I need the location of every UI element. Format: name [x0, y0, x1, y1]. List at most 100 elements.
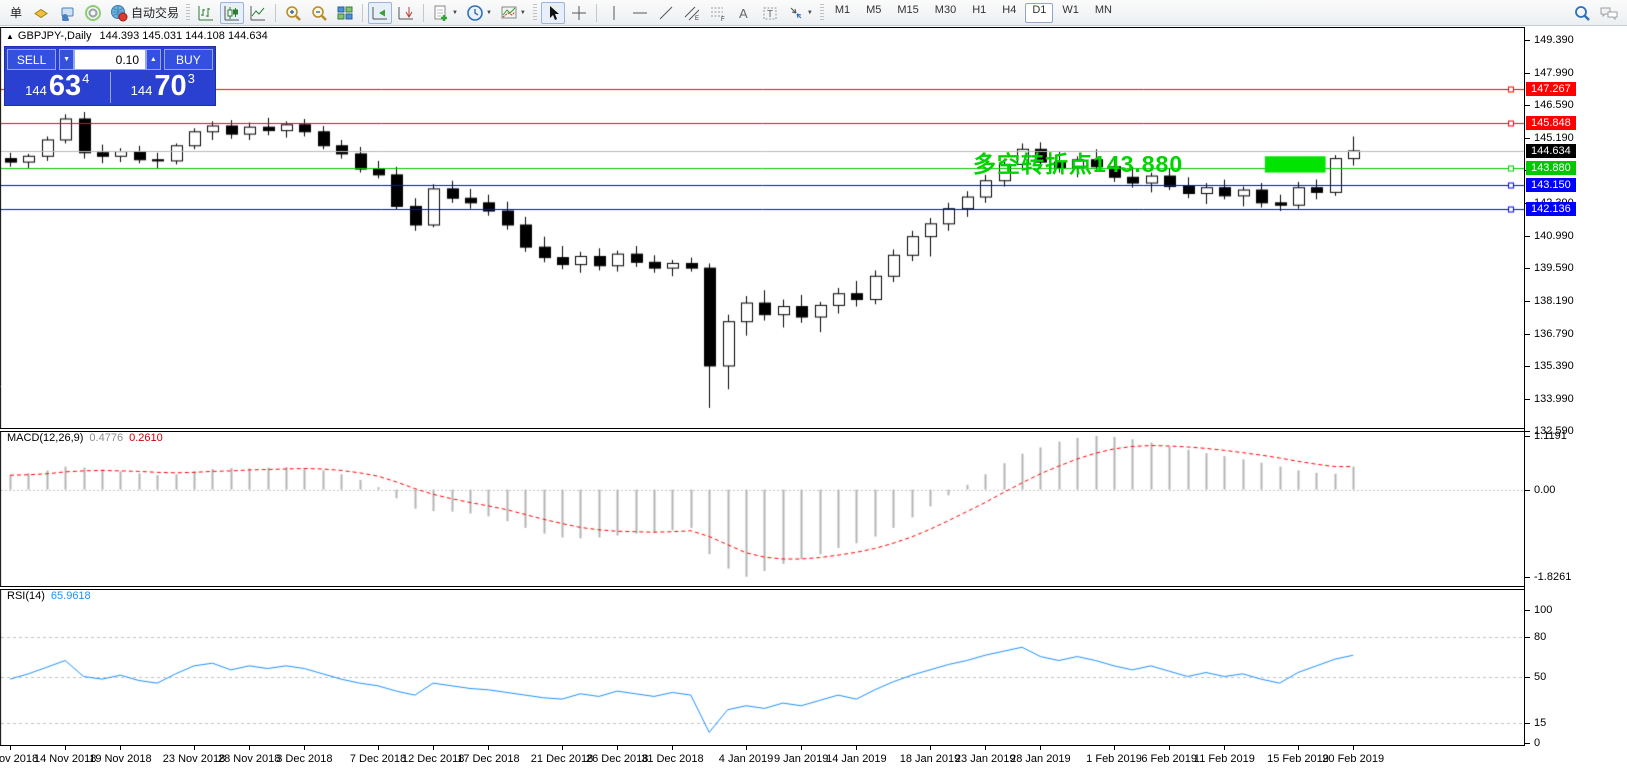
- date-tick-label: 14 Nov 2018: [34, 753, 96, 765]
- indicators-button[interactable]: ▼: [429, 2, 461, 24]
- macd-axis-label: 0.00: [1534, 484, 1555, 496]
- chart-surface[interactable]: [0, 0, 1524, 746]
- tile-windows-button[interactable]: [333, 2, 357, 24]
- timeframe-button-mn[interactable]: MN: [1088, 3, 1119, 23]
- svg-text:A: A: [739, 6, 748, 21]
- volume-input[interactable]: [74, 49, 146, 70]
- sell-button[interactable]: SELL: [7, 49, 56, 70]
- fibonacci-icon: F: [709, 4, 727, 22]
- toolbar-separator: [362, 4, 363, 22]
- zoom-in-button[interactable]: [281, 2, 305, 24]
- timeframe-button-h4[interactable]: H4: [995, 3, 1023, 23]
- sell-price-sup: 4: [82, 72, 89, 85]
- collapse-triangle-icon[interactable]: ▲: [6, 32, 14, 41]
- timeframe-button-m30[interactable]: M30: [928, 3, 963, 23]
- timeframe-button-m15[interactable]: M15: [890, 3, 925, 23]
- date-tick-label: 6 Feb 2019: [1141, 753, 1197, 765]
- date-tick-label: 21 Dec 2018: [531, 753, 593, 765]
- bar-chart-icon: [197, 4, 215, 22]
- zoom-in-icon: [284, 4, 302, 22]
- date-tick-mark: [985, 746, 986, 750]
- equidistant-channel-button[interactable]: E: [680, 2, 704, 24]
- vertical-line-button[interactable]: [602, 2, 626, 24]
- price-badge: 144.634: [1526, 144, 1576, 158]
- chat-button[interactable]: [1596, 2, 1622, 24]
- date-tick-label: 20 Feb 2019: [1322, 753, 1384, 765]
- chart-shift-button[interactable]: [394, 2, 418, 24]
- date-tick-label: 12 Dec 2018: [402, 753, 464, 765]
- date-axis[interactable]: 9 Nov 201814 Nov 201819 Nov 201823 Nov 2…: [0, 746, 1627, 771]
- candlestick-chart-icon: [223, 4, 241, 22]
- candlestick-chart-button[interactable]: [220, 2, 244, 24]
- date-tick-label: 23 Jan 2019: [955, 753, 1016, 765]
- sell-price[interactable]: 144634: [7, 72, 108, 103]
- timeframe-bar: M1M5M15M30H1H4D1W1MN: [827, 3, 1120, 23]
- auto-scroll-button[interactable]: [368, 2, 392, 24]
- autotrading-label: 自动交易: [131, 4, 179, 21]
- date-tick-mark: [856, 746, 857, 750]
- text-label-icon: T: [761, 4, 779, 22]
- line-chart-button[interactable]: [246, 2, 270, 24]
- periods-button[interactable]: ▼: [463, 2, 495, 24]
- date-tick-mark: [1224, 746, 1225, 750]
- new-order-button[interactable]: 单: [5, 2, 27, 24]
- buy-price[interactable]: 144703: [113, 72, 214, 103]
- timeframe-button-h1[interactable]: H1: [965, 3, 993, 23]
- toolbar-separator: [275, 4, 276, 22]
- date-tick-mark: [249, 746, 250, 750]
- text-icon: A: [735, 4, 753, 22]
- zoom-out-button[interactable]: [307, 2, 331, 24]
- macd-pane-separator[interactable]: [0, 428, 1627, 432]
- cursor-button[interactable]: [541, 2, 565, 24]
- rsi-pane-separator[interactable]: [0, 586, 1627, 590]
- ohlc-values: 144.393 145.031 144.108 144.634: [99, 30, 267, 42]
- annotation-text: 多空转折点143.880: [973, 145, 1183, 179]
- price-axis-label: 136.790: [1534, 328, 1574, 340]
- buy-price-sup: 3: [188, 72, 195, 85]
- date-tick-label: 23 Nov 2018: [163, 753, 225, 765]
- rsi-axis-label: 15: [1534, 717, 1546, 729]
- volume-increase-button[interactable]: ▲: [146, 49, 161, 70]
- arrows-button[interactable]: ▼: [784, 2, 816, 24]
- price-axis-label: 149.390: [1534, 34, 1574, 46]
- date-tick-label: 11 Feb 2019: [1194, 753, 1255, 765]
- toolbar: 单 自动交易 ▼ ▼: [0, 0, 1627, 26]
- templates-button[interactable]: ▼: [497, 2, 529, 24]
- bar-chart-button[interactable]: [194, 2, 218, 24]
- tile-windows-icon: [336, 4, 354, 22]
- signals-button[interactable]: [81, 2, 105, 24]
- date-tick-mark: [120, 746, 121, 750]
- fibonacci-button[interactable]: F: [706, 2, 730, 24]
- crosshair-button[interactable]: [567, 2, 591, 24]
- timeframe-button-d1[interactable]: D1: [1025, 3, 1053, 23]
- text-button[interactable]: A: [732, 2, 756, 24]
- price-divider: [110, 72, 111, 103]
- chart-title: ▲GBPJPY-,Daily144.393 145.031 144.108 14…: [6, 30, 268, 42]
- timeframe-button-w1[interactable]: W1: [1055, 3, 1086, 23]
- trendline-button[interactable]: [654, 2, 678, 24]
- toolbar-grip: [533, 4, 537, 22]
- horizontal-line-button[interactable]: [628, 2, 652, 24]
- line-chart-icon: [249, 4, 267, 22]
- new-chart-icon: [32, 4, 50, 22]
- community-button[interactable]: [55, 2, 79, 24]
- new-chart-button[interactable]: [29, 2, 53, 24]
- price-axis-label: 139.590: [1534, 262, 1574, 274]
- svg-text:T: T: [767, 9, 773, 20]
- timeframe-button-m1[interactable]: M1: [828, 3, 857, 23]
- price-axis[interactable]: 149.390147.990146.590145.190143.790142.3…: [1524, 27, 1627, 746]
- crosshair-icon: [570, 4, 588, 22]
- text-label-button[interactable]: T: [758, 2, 782, 24]
- timeframe-button-m5[interactable]: M5: [859, 3, 888, 23]
- date-tick-mark: [930, 746, 931, 750]
- new-order-label: 单: [10, 4, 22, 21]
- chart-top-border: [0, 27, 1627, 28]
- volume-decrease-button[interactable]: ▼: [59, 49, 74, 70]
- price-axis-label: 135.390: [1534, 360, 1574, 372]
- autotrading-button[interactable]: 自动交易: [107, 2, 182, 24]
- date-tick-mark: [378, 746, 379, 750]
- macd-axis-label: 1.1191: [1534, 430, 1567, 442]
- buy-button[interactable]: BUY: [164, 49, 213, 70]
- search-button[interactable]: [1570, 2, 1594, 24]
- date-tick-mark: [194, 746, 195, 750]
